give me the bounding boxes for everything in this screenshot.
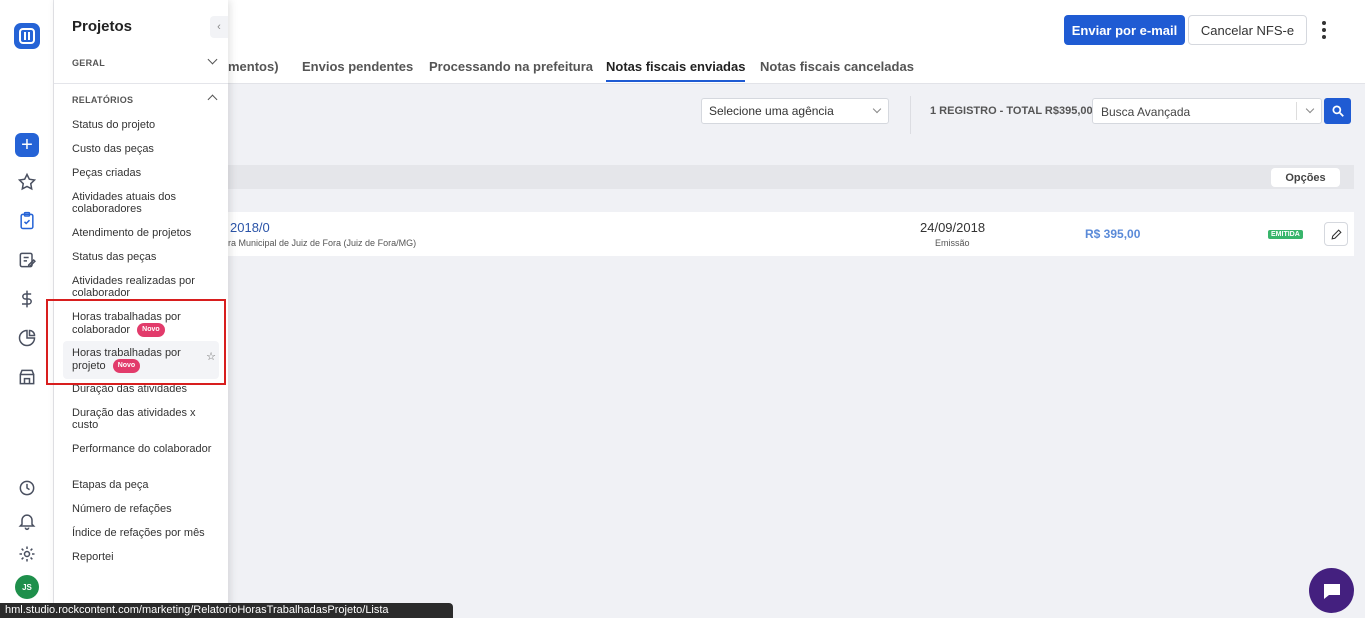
edit-list-icon[interactable]	[16, 249, 38, 271]
table-row[interactable]: 2018/0 ra Municipal de Juiz de Fora (Jui…	[228, 212, 1354, 256]
avatar[interactable]: JS	[15, 575, 39, 599]
section-reports[interactable]: RELATÓRIOS	[72, 95, 133, 105]
menu-item[interactable]: Atendimento de projetos	[72, 227, 212, 239]
table-header	[228, 165, 1354, 189]
menu-item[interactable]: Peças criadas	[72, 167, 212, 179]
records-total: 1 REGISTRO - TOTAL R$395,00	[930, 105, 1093, 117]
advanced-search-value: Busca Avançada	[1101, 105, 1191, 119]
menu-item[interactable]: Atividades realizadas por colaborador	[72, 275, 212, 299]
menu-item[interactable]: Custo das peças	[72, 143, 212, 155]
menu-item[interactable]: Reportei	[72, 551, 212, 563]
bell-icon[interactable]	[16, 510, 38, 532]
star-icon[interactable]	[16, 171, 38, 193]
chevron-down-icon[interactable]	[207, 54, 218, 65]
menu-item[interactable]: Número de refações	[72, 503, 212, 515]
invoice-date-label: Emissão	[935, 238, 970, 248]
search-button[interactable]	[1324, 98, 1351, 124]
tab-cancelled[interactable]: Notas fiscais canceladas	[760, 59, 914, 74]
tab-pending[interactable]: Envios pendentes	[302, 59, 413, 74]
chat-button[interactable]	[1309, 568, 1354, 613]
chevron-down-icon[interactable]	[1305, 104, 1315, 114]
dollar-icon[interactable]	[16, 288, 38, 310]
pie-chart-icon[interactable]	[16, 327, 38, 349]
menu-item[interactable]: Índice de refações por mês	[72, 527, 212, 539]
agency-select[interactable]: Selecione uma agência	[701, 98, 889, 124]
plus-icon[interactable]: +	[15, 133, 39, 157]
chevron-up-icon[interactable]	[207, 94, 218, 105]
more-options-icon[interactable]	[1316, 18, 1332, 42]
highlight-box	[46, 299, 226, 385]
chevron-down-icon	[872, 104, 882, 114]
options-button[interactable]: Opções	[1271, 168, 1340, 187]
menu-item[interactable]: Performance do colaborador	[72, 443, 212, 455]
panel-title: Projetos	[72, 18, 133, 35]
pencil-icon	[1330, 228, 1342, 240]
status-bar-url: hml.studio.rockcontent.com/marketing/Rel…	[0, 603, 453, 618]
divider	[910, 96, 911, 134]
invoice-amount: R$ 395,00	[1085, 227, 1141, 241]
clock-icon[interactable]	[16, 477, 38, 499]
invoice-location: ra Municipal de Juiz de Fora (Juiz de Fo…	[228, 238, 417, 248]
menu-item[interactable]: Duração das atividades x custo	[72, 407, 212, 431]
agency-select-value: Selecione uma agência	[709, 104, 834, 118]
invoice-date: 24/09/2018	[920, 220, 986, 235]
send-email-button[interactable]: Enviar por e-mail	[1064, 15, 1185, 45]
cancel-nfse-button[interactable]: Cancelar NFS-e	[1188, 15, 1307, 45]
status-badge: EMITIDA	[1268, 230, 1303, 239]
gear-icon[interactable]	[16, 543, 38, 565]
store-icon[interactable]	[16, 366, 38, 388]
app-logo-icon[interactable]	[14, 23, 40, 49]
search-icon	[1331, 105, 1344, 117]
clipboard-icon[interactable]	[16, 210, 38, 232]
section-general[interactable]: GERAL	[72, 58, 105, 68]
tab-processing[interactable]: Processando na prefeitura	[429, 59, 593, 74]
invoice-number[interactable]: 2018/0	[230, 220, 270, 235]
collapse-panel-button[interactable]: ‹	[210, 16, 228, 38]
advanced-search-input[interactable]: Busca Avançada	[1092, 98, 1322, 124]
menu-item[interactable]: Atividades atuais dos colaboradores	[72, 191, 212, 215]
tab-partial[interactable]: mentos)	[228, 59, 279, 74]
menu-item[interactable]: Status do projeto	[72, 119, 212, 131]
chat-icon	[1323, 583, 1340, 599]
menu-item[interactable]: Status das peças	[72, 251, 212, 263]
tab-sent[interactable]: Notas fiscais enviadas	[606, 59, 746, 82]
menu-item[interactable]: Etapas da peça	[72, 479, 212, 491]
edit-button[interactable]	[1324, 222, 1348, 246]
